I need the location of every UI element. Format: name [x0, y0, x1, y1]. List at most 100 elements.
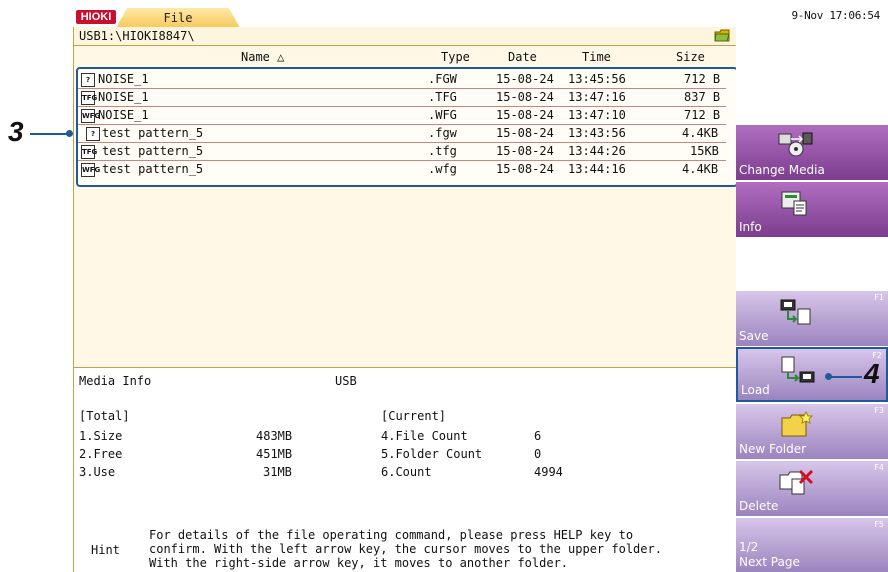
- file-time: 13:47:16: [568, 90, 626, 104]
- count-label: 6.Count: [381, 465, 432, 479]
- file-row[interactable]: ? test pattern_5 .fgw 15-08-24 13:43:56 …: [78, 125, 726, 143]
- wfg-file-icon: WFG: [81, 109, 100, 123]
- file-name: test pattern_5: [102, 162, 204, 176]
- current-path: USB1:\HIOKI8847\: [79, 29, 195, 43]
- media-info-panel: Media Info USB [Total] [Current] 1.Size …: [74, 367, 736, 527]
- new-folder-label: New Folder: [739, 442, 807, 456]
- callout-3: 3: [8, 116, 24, 147]
- file-type: .wfg: [428, 162, 457, 176]
- file-type: .TFG: [428, 90, 457, 104]
- col-date[interactable]: Date: [508, 50, 537, 64]
- delete-fkey: F4: [874, 463, 884, 472]
- change-media-button[interactable]: Change Media: [736, 125, 888, 180]
- tfg-file-icon: TFG: [81, 145, 97, 159]
- new-folder-fkey: F3: [874, 406, 884, 415]
- col-size[interactable]: Size: [676, 50, 705, 64]
- new-folder-button[interactable]: F3 New Folder: [736, 404, 888, 459]
- count-value: 4994: [534, 465, 563, 479]
- media-info-title: Media Info: [79, 374, 152, 388]
- file-time: 13:44:26: [568, 144, 626, 158]
- clock: 9-Nov 17:06:54: [791, 9, 880, 22]
- path-bar: USB1:\HIOKI8847\: [74, 27, 736, 46]
- file-size: 837 B: [684, 90, 721, 104]
- current-label: [Current]: [381, 409, 447, 423]
- col-name[interactable]: Name △: [241, 50, 284, 64]
- file-time: 13:43:56: [568, 126, 626, 140]
- file-name: NOISE_1: [98, 90, 149, 104]
- media-type: USB: [335, 374, 357, 388]
- hint-line-3: With the right-side arrow key, it moves …: [149, 556, 569, 570]
- file-date: 15-08-24: [496, 144, 554, 158]
- size-value: 483MB: [256, 429, 293, 443]
- file-size: 4.4KB: [682, 126, 719, 140]
- callout-4: 4: [864, 358, 880, 389]
- file-time: 13:45:56: [568, 72, 626, 86]
- file-row[interactable]: TFG NOISE_1 .TFG 15-08-24 13:47:16 837 B: [78, 89, 726, 107]
- file-type: .fgw: [428, 126, 457, 140]
- callout-3-dot: [66, 130, 73, 137]
- file-time: 13:47:10: [568, 108, 626, 122]
- new-folder-icon: [781, 410, 814, 437]
- delete-icon: [779, 469, 814, 495]
- hint-label: Hint: [91, 543, 120, 557]
- next-page-label: Next Page: [739, 555, 800, 569]
- file-type: .WFG: [428, 108, 457, 122]
- tfg-file-icon: TFG: [81, 91, 97, 105]
- file-size: 712 B: [684, 72, 721, 86]
- save-label: Save: [739, 329, 769, 343]
- file-type: .tfg: [428, 144, 457, 158]
- load-label: Load: [741, 383, 770, 397]
- change-media-icon: [778, 132, 813, 157]
- file-date: 15-08-24: [496, 90, 554, 104]
- unknown-file-icon: ?: [86, 127, 100, 141]
- col-time[interactable]: Time: [582, 50, 611, 64]
- file-row[interactable]: TFG test pattern_5 .tfg 15-08-24 13:44:2…: [78, 143, 726, 161]
- file-name: test pattern_5: [102, 126, 204, 140]
- file-date: 15-08-24: [496, 162, 554, 176]
- softkey-panel: Change Media Info F1 Save F2 Load F3 New…: [736, 27, 888, 572]
- file-count-value: 6: [534, 429, 542, 443]
- callout-4-line: [828, 376, 862, 378]
- page-indicator: 1/2: [739, 540, 759, 554]
- file-name: test pattern_5: [102, 144, 204, 158]
- save-icon: [780, 299, 811, 325]
- use-value: 31MB: [263, 465, 292, 479]
- save-button[interactable]: F1 Save: [736, 291, 888, 346]
- folder-count-value: 0: [534, 447, 542, 461]
- col-type[interactable]: Type: [441, 50, 470, 64]
- next-page-fkey: F5: [874, 520, 884, 529]
- callout-4-dot: [825, 373, 832, 380]
- file-row[interactable]: WFG test pattern_5 .wfg 15-08-24 13:44:1…: [78, 161, 726, 178]
- save-fkey: F1: [874, 293, 884, 302]
- hint-bar: Hint For details of the file operating c…: [74, 526, 736, 572]
- file-date: 15-08-24: [496, 72, 554, 86]
- size-label: 1.Size: [79, 429, 123, 443]
- file-name: NOISE_1: [98, 108, 149, 122]
- total-label: [Total]: [79, 409, 130, 423]
- hint-line-1: For details of the file operating comman…: [149, 528, 634, 542]
- file-name: NOISE_1: [98, 72, 149, 86]
- info-button[interactable]: Info: [736, 182, 888, 237]
- file-date: 15-08-24: [496, 126, 554, 140]
- file-size: 4.4KB: [682, 162, 719, 176]
- tab-file[interactable]: File: [116, 8, 240, 28]
- file-type: .FGW: [428, 72, 457, 86]
- file-row[interactable]: ? NOISE_1 .FGW 15-08-24 13:45:56 712 B: [78, 71, 726, 89]
- change-media-label: Change Media: [739, 163, 825, 177]
- file-count-label: 4.File Count: [381, 429, 468, 443]
- file-date: 15-08-24: [496, 108, 554, 122]
- file-size: 15KB: [690, 144, 719, 158]
- folder-icon[interactable]: [714, 29, 730, 42]
- info-label: Info: [739, 220, 762, 234]
- delete-label: Delete: [739, 499, 779, 513]
- file-screen: USB1:\HIOKI8847\ Name △ Type Date Time S…: [73, 27, 738, 572]
- wfg-file-icon: WFG: [81, 163, 100, 177]
- file-row[interactable]: WFG NOISE_1 .WFG 15-08-24 13:47:10 712 B: [78, 107, 726, 125]
- file-list[interactable]: ? NOISE_1 .FGW 15-08-24 13:45:56 712 B T…: [76, 67, 738, 187]
- info-icon: [781, 191, 807, 216]
- delete-button[interactable]: F4 Delete: [736, 461, 888, 516]
- load-icon: [781, 356, 815, 383]
- hint-line-2: confirm. With the left arrow key, the cu…: [149, 542, 662, 556]
- next-page-button[interactable]: F5 1/2 Next Page: [736, 518, 888, 572]
- column-header: Name △ Type Date Time Size: [74, 48, 736, 65]
